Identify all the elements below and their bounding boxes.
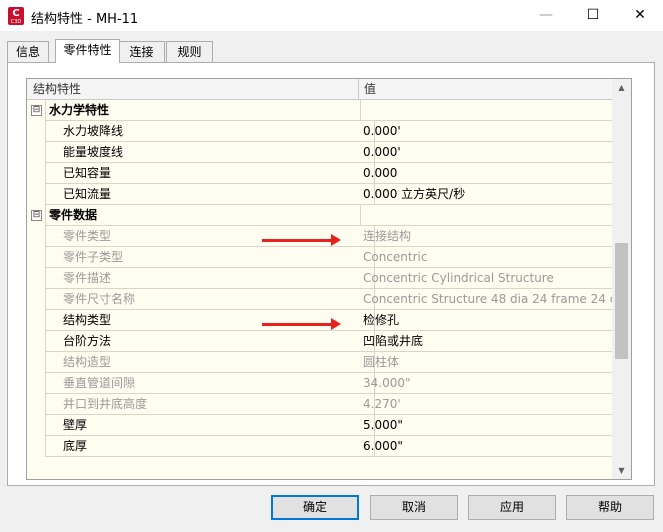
collapse-toggle-icon[interactable]: ⊟: [31, 210, 42, 221]
property-value[interactable]: 6.000": [358, 436, 631, 457]
property-row[interactable]: 水力坡降线 0.000': [27, 121, 631, 142]
property-name: 结构类型: [45, 310, 375, 331]
civil3d-app-icon: C C3D: [8, 7, 24, 25]
red-annotation-arrow-part-type: [262, 234, 341, 246]
scroll-up-arrow-icon[interactable]: ▲: [612, 79, 631, 96]
apply-button[interactable]: 应用: [468, 495, 556, 520]
grid-header: 结构特性 值: [27, 79, 631, 100]
property-name: 底厚: [45, 436, 375, 457]
property-name: 已知流量: [45, 184, 375, 205]
property-row: 零件子类型 Concentric: [27, 247, 631, 268]
property-value: Concentric Cylindrical Structure: [358, 268, 631, 289]
group-value-cell: [358, 205, 631, 226]
property-name: 井口到井底高度: [45, 394, 375, 415]
tab-panel: 结构特性 值 ⊟ 水力学特性 水力坡降线 0.000' 能量坡度线 0.000' 已知容量 0…: [7, 62, 655, 486]
title-bar: C C3D 结构特性 - MH-11 — ☐ ✕: [0, 0, 663, 31]
cancel-button[interactable]: 取消: [370, 495, 458, 520]
property-name: 零件描述: [45, 268, 375, 289]
property-value: 圆柱体: [358, 352, 631, 373]
tab-strip: 信息 零件特性 连接 规则: [0, 39, 663, 63]
property-value[interactable]: 0.000: [358, 163, 631, 184]
group-label: 水力学特性: [45, 100, 361, 121]
property-name: 结构造型: [45, 352, 375, 373]
tab-part-properties[interactable]: 零件特性: [55, 39, 120, 63]
property-name: 零件类型: [45, 226, 375, 247]
group-row[interactable]: ⊟ 零件数据: [27, 205, 631, 226]
property-name: 零件子类型: [45, 247, 375, 268]
property-row[interactable]: 壁厚 5.000": [27, 415, 631, 436]
window-title: 结构特性 - MH-11: [31, 12, 139, 27]
close-button[interactable]: ✕: [617, 0, 663, 31]
vertical-scrollbar[interactable]: ▲ ▼: [612, 79, 631, 479]
property-value: 34.000": [358, 373, 631, 394]
collapse-toggle-icon[interactable]: ⊟: [31, 105, 42, 116]
property-row: 零件尺寸名称 Concentric Structure 48 dia 24 fra…: [27, 289, 631, 310]
property-value[interactable]: 0.000 立方英尺/秒: [358, 184, 631, 205]
property-row[interactable]: 底厚 6.000": [27, 436, 631, 457]
property-row: 垂直管道间隙 34.000": [27, 373, 631, 394]
property-value[interactable]: 检修孔: [358, 310, 631, 331]
property-name: 零件尺寸名称: [45, 289, 375, 310]
maximize-button[interactable]: ☐: [570, 0, 616, 31]
tab-info[interactable]: 信息: [7, 41, 49, 62]
property-name: 台阶方法: [45, 331, 375, 352]
property-name: 水力坡降线: [45, 121, 375, 142]
property-name: 已知容量: [45, 163, 375, 184]
property-row: 结构造型 圆柱体: [27, 352, 631, 373]
property-row[interactable]: 已知流量 0.000 立方英尺/秒: [27, 184, 631, 205]
property-value[interactable]: 0.000': [358, 142, 631, 163]
property-row: 零件描述 Concentric Cylindrical Structure: [27, 268, 631, 289]
minimize-button[interactable]: —: [523, 0, 569, 31]
property-row[interactable]: 已知容量 0.000: [27, 163, 631, 184]
property-value: 连接结构: [358, 226, 631, 247]
property-name: 壁厚: [45, 415, 375, 436]
tab-rules[interactable]: 规则: [166, 41, 213, 62]
property-value[interactable]: 凹陷或井底: [358, 331, 631, 352]
scroll-thumb[interactable]: [615, 243, 628, 359]
property-row[interactable]: 能量坡度线 0.000': [27, 142, 631, 163]
group-row[interactable]: ⊟ 水力学特性: [27, 100, 631, 121]
property-row: 井口到井底高度 4.270': [27, 394, 631, 415]
property-row[interactable]: 台阶方法 凹陷或井底: [27, 331, 631, 352]
ok-button[interactable]: 确定: [271, 495, 359, 520]
red-annotation-arrow-structure-type: [262, 318, 341, 330]
group-label: 零件数据: [45, 205, 361, 226]
header-value-column: 值: [364, 82, 377, 96]
property-row: 零件类型 连接结构: [27, 226, 631, 247]
property-name: 垂直管道间隙: [45, 373, 375, 394]
group-value-cell: [358, 100, 631, 121]
property-value: Concentric Structure 48 dia 24 frame 24 …: [358, 289, 631, 310]
scroll-down-arrow-icon[interactable]: ▼: [612, 462, 631, 479]
property-value: Concentric: [358, 247, 631, 268]
property-value[interactable]: 5.000": [358, 415, 631, 436]
property-value: 4.270': [358, 394, 631, 415]
property-grid: 结构特性 值 ⊟ 水力学特性 水力坡降线 0.000' 能量坡度线 0.000' 已知容量 0…: [26, 78, 632, 480]
property-row[interactable]: 结构类型 检修孔: [27, 310, 631, 331]
tab-connections[interactable]: 连接: [118, 41, 165, 62]
help-button[interactable]: 帮助: [566, 495, 654, 520]
property-name: 能量坡度线: [45, 142, 375, 163]
property-value[interactable]: 0.000': [358, 121, 631, 142]
header-property-column: 结构特性: [27, 79, 359, 99]
